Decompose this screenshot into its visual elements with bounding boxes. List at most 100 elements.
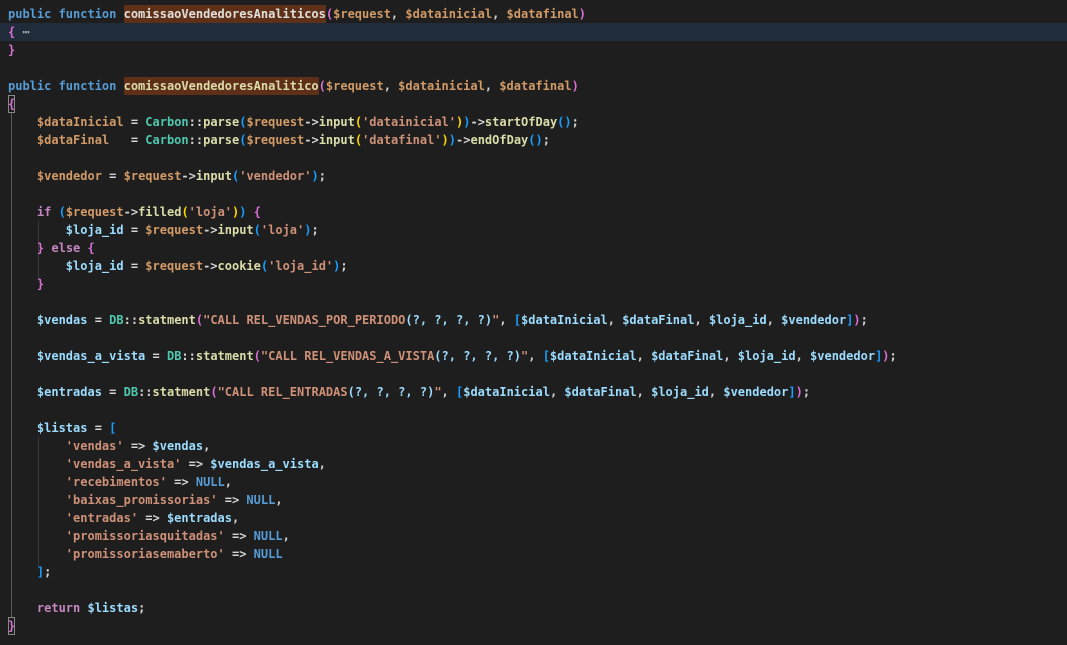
code-line[interactable]: [0, 329, 1067, 347]
code-token: $vendedor: [723, 383, 788, 401]
code-token: $vendedor: [810, 347, 875, 365]
code-token: =: [102, 383, 124, 401]
code-token: ): [449, 131, 456, 149]
code-token: filled: [138, 203, 181, 221]
code-token: ): [333, 257, 340, 275]
code-line[interactable]: [0, 185, 1067, 203]
code-token: 'baixas_promissorias': [66, 491, 218, 509]
code-line[interactable]: 'promissoriasquitadas' => NULL,: [0, 527, 1067, 545]
code-token: (: [210, 383, 217, 401]
code-line[interactable]: 'baixas_promissorias' => NULL,: [0, 491, 1067, 509]
code-token: (: [239, 113, 246, 131]
code-line[interactable]: $loja_id = $request->cookie('loja_id');: [0, 257, 1067, 275]
code-token: $dataInicial: [463, 383, 550, 401]
code-line[interactable]: return $listas;: [0, 599, 1067, 617]
code-token: ,: [283, 527, 290, 545]
code-token: $loja_id: [66, 257, 124, 275]
code-token: input: [319, 131, 355, 149]
code-line[interactable]: 'vendas' => $vendas,: [0, 437, 1067, 455]
code-line[interactable]: $entradas = DB::statment("CALL REL_ENTRA…: [0, 383, 1067, 401]
code-line[interactable]: $vendas = DB::statment("CALL REL_VENDAS_…: [0, 311, 1067, 329]
code-token: =>: [225, 545, 254, 563]
code-token: (: [355, 131, 362, 149]
code-line[interactable]: 'recebimentos' => NULL,: [0, 473, 1067, 491]
code-token: ): [796, 383, 803, 401]
code-token: $datafinal: [499, 77, 571, 95]
code-token: ⋯: [22, 23, 29, 41]
code-token: ;: [44, 563, 51, 581]
code-line[interactable]: [0, 365, 1067, 383]
code-token: $dataInicial: [521, 311, 608, 329]
code-token: ,: [608, 311, 622, 329]
code-token: }: [37, 275, 44, 293]
code-line[interactable]: $vendas_a_vista = DB::statment("CALL REL…: [0, 347, 1067, 365]
code-token: =>: [218, 491, 247, 509]
code-token: statment: [196, 347, 254, 365]
code-token: (): [528, 131, 542, 149]
code-line[interactable]: [0, 149, 1067, 167]
code-token: ): [463, 113, 470, 131]
code-line[interactable]: $dataInicial = Carbon::parse($request->i…: [0, 113, 1067, 131]
code-token: =: [87, 311, 109, 329]
code-editor[interactable]: public function comissaoVendedoresAnalit…: [0, 0, 1067, 645]
code-line[interactable]: [0, 293, 1067, 311]
code-token: ): [239, 203, 246, 221]
code-line[interactable]: ];: [0, 563, 1067, 581]
code-line[interactable]: $listas = [: [0, 419, 1067, 437]
code-token: ;: [803, 383, 810, 401]
code-token: ): [456, 113, 463, 131]
code-token: [8, 113, 37, 131]
code-token: [8, 383, 37, 401]
code-line[interactable]: $vendedor = $request->input('vendedor');: [0, 167, 1067, 185]
code-token: 'vendedor': [239, 167, 311, 185]
code-token: ;: [311, 221, 318, 239]
code-token: 'loja': [189, 203, 232, 221]
code-token: NULL: [246, 491, 275, 509]
code-token: [8, 437, 66, 455]
code-token: ,: [485, 77, 499, 95]
code-token: $dataFinal: [622, 311, 694, 329]
code-token: ,: [637, 347, 651, 365]
code-token: ,: [499, 311, 513, 329]
code-token: ): [442, 131, 449, 149]
code-line[interactable]: public function comissaoVendedoresAnalit…: [0, 5, 1067, 23]
code-token: $vendedor: [37, 167, 102, 185]
code-token: cookie: [218, 257, 261, 275]
code-token: $listas: [87, 599, 138, 617]
code-line[interactable]: 'promissoriasemaberto' => NULL: [0, 545, 1067, 563]
code-token: (: [355, 113, 362, 131]
code-token: (: [254, 347, 261, 365]
code-line[interactable]: }: [0, 275, 1067, 293]
folded-region-line[interactable]: { ⋯: [0, 23, 1067, 41]
code-line[interactable]: $loja_id = $request->input('loja');: [0, 221, 1067, 239]
code-line[interactable]: }: [0, 617, 1067, 635]
code-token: =>: [181, 455, 210, 473]
code-token: =>: [138, 509, 167, 527]
code-token: "CALL REL_VENDAS_POR_PERIODO: [203, 311, 405, 329]
code-token: ,: [550, 383, 564, 401]
code-token: ,: [492, 5, 506, 23]
code-line[interactable]: public function comissaoVendedoresAnalit…: [0, 77, 1067, 95]
code-token: ,: [384, 77, 398, 95]
code-line[interactable]: if ($request->filled('loja')) {: [0, 203, 1067, 221]
code-line[interactable]: } else {: [0, 239, 1067, 257]
code-token: ): [882, 347, 889, 365]
code-token: $vendas_a_vista: [210, 455, 318, 473]
code-line[interactable]: $dataFinal = Carbon::parse($request->inp…: [0, 131, 1067, 149]
code-line[interactable]: {: [0, 95, 1067, 113]
code-token: [8, 491, 66, 509]
code-token: 'loja_id': [268, 257, 333, 275]
code-line[interactable]: [0, 401, 1067, 419]
code-line[interactable]: [0, 59, 1067, 77]
code-token: parse: [203, 113, 239, 131]
code-line[interactable]: 'entradas' => $entradas,: [0, 509, 1067, 527]
code-token: $vendas: [37, 311, 88, 329]
code-token: ]: [788, 383, 795, 401]
code-line[interactable]: 'vendas_a_vista' => $vendas_a_vista,: [0, 455, 1067, 473]
code-token: (: [239, 131, 246, 149]
code-token: }: [37, 239, 44, 257]
code-line[interactable]: [0, 581, 1067, 599]
code-token: $request: [246, 113, 304, 131]
code-token: DB: [124, 383, 138, 401]
code-line[interactable]: }: [0, 41, 1067, 59]
